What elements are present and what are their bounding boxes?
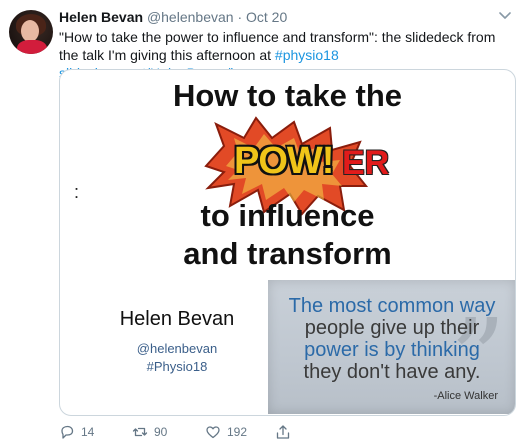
slide-author-tag: #Physio18 xyxy=(146,359,208,374)
quote-image: ” The most common way people give up the… xyxy=(268,280,515,414)
share-icon xyxy=(276,425,290,439)
reply-icon xyxy=(61,425,74,439)
chevron-down-icon[interactable] xyxy=(498,8,512,22)
slide-author-handle: @helenbevan xyxy=(136,341,218,356)
tweet[interactable]: Helen Bevan @helenbevan · Oct 20 "How to… xyxy=(0,0,522,443)
tweet-actions: 14 90 192 xyxy=(59,424,479,444)
quote-line-1: The most common way xyxy=(288,295,496,317)
like-count: 192 xyxy=(227,425,248,439)
tweet-date[interactable]: Oct 20 xyxy=(246,9,287,25)
author-name[interactable]: Helen Bevan xyxy=(59,9,143,25)
author-handle[interactable]: @helenbevan xyxy=(147,9,234,25)
retweet-count: 90 xyxy=(154,425,168,439)
share-button[interactable] xyxy=(275,424,291,440)
slide-author-name: Helen Bevan xyxy=(119,308,235,330)
er-word: ER xyxy=(342,144,390,182)
reply-button[interactable]: 14 xyxy=(59,424,94,440)
media-card[interactable]: How to take the POW! ER : to influence a… xyxy=(59,69,516,416)
tweet-header: Helen Bevan @helenbevan · Oct 20 xyxy=(59,9,287,25)
like-button[interactable]: 192 xyxy=(205,424,247,440)
hashtag-link[interactable]: #physio18 xyxy=(275,47,339,63)
quote-line-2: people give up their xyxy=(304,317,480,339)
quote-line-4: they don't have any. xyxy=(303,361,481,383)
slide-line-1: How to take the xyxy=(172,78,403,113)
like-icon xyxy=(206,426,220,439)
separator-dot: · xyxy=(237,9,243,25)
pow-word: POW! xyxy=(234,140,334,182)
slide-line-4: and transform xyxy=(183,236,392,271)
retweet-icon xyxy=(132,427,148,437)
slide-author-block: Helen Bevan @helenbevan #Physio18 xyxy=(92,308,262,374)
reply-count: 14 xyxy=(81,425,95,439)
quote-attribution: -Alice Walker xyxy=(433,390,498,402)
avatar[interactable] xyxy=(9,10,53,54)
avatar-face xyxy=(21,20,39,42)
retweet-button[interactable]: 90 xyxy=(132,424,167,440)
slide-line-3: to influence xyxy=(200,198,375,233)
avatar-shirt xyxy=(17,40,47,54)
quote-line-3: power is by thinking xyxy=(304,339,480,361)
